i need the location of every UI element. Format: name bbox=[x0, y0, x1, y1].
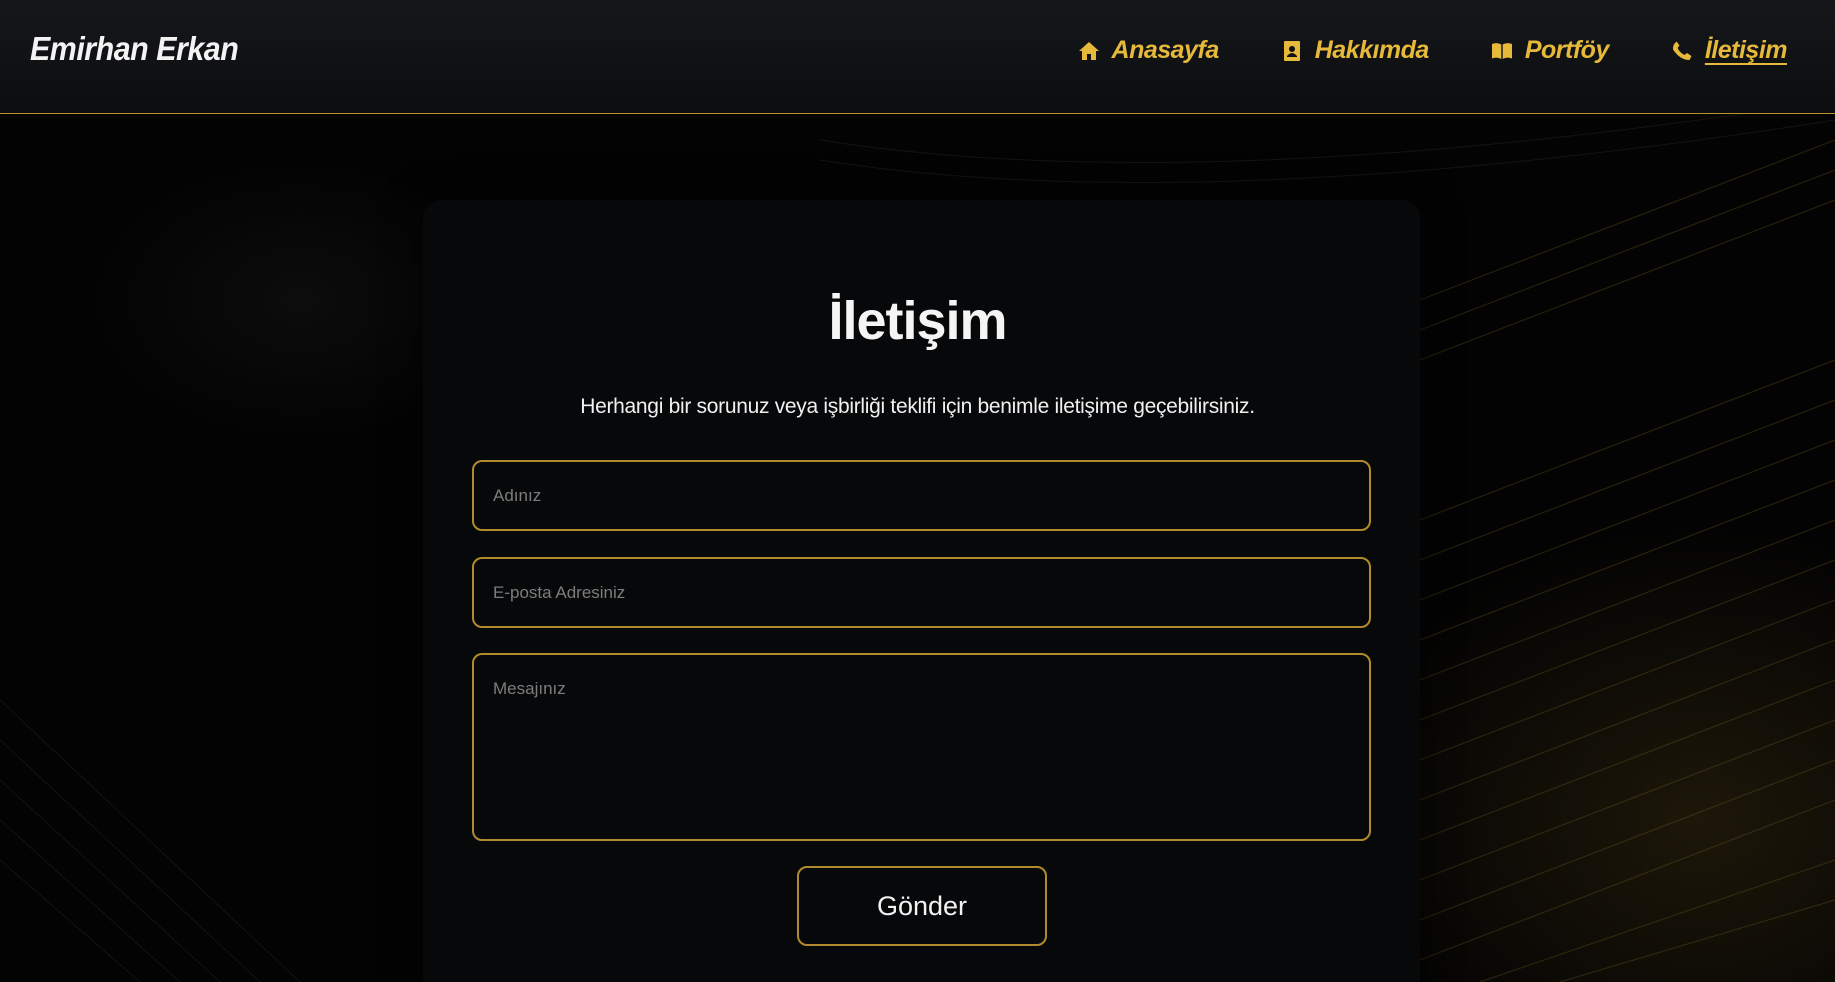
submit-button[interactable]: Gönder bbox=[797, 866, 1047, 946]
message-textarea[interactable] bbox=[472, 653, 1371, 841]
open-book-icon bbox=[1489, 38, 1515, 64]
nav-item-about[interactable]: Hakkımda bbox=[1279, 36, 1429, 65]
brand-logo[interactable]: Emirhan Erkan bbox=[30, 30, 239, 68]
site-header: Emirhan Erkan Anasayfa Hakkımda Portföy bbox=[0, 0, 1835, 114]
name-input[interactable] bbox=[472, 460, 1371, 531]
nav-item-label: Hakkımda bbox=[1314, 36, 1430, 64]
nav-item-label: İletişim bbox=[1704, 36, 1788, 64]
page-title: İletişim bbox=[828, 291, 1007, 351]
page-subtitle: Herhangi bir sorunuz veya işbirliği tekl… bbox=[580, 395, 1255, 418]
phone-icon bbox=[1669, 38, 1695, 64]
main-nav: Anasayfa Hakkımda Portföy İletişim bbox=[1016, 36, 1788, 65]
email-input[interactable] bbox=[472, 557, 1371, 628]
nav-item-label: Portföy bbox=[1524, 36, 1610, 64]
contact-card-icon bbox=[1279, 38, 1305, 64]
page: Emirhan Erkan Anasayfa Hakkımda Portföy bbox=[0, 0, 1835, 982]
nav-item-portfolio[interactable]: Portföy bbox=[1489, 36, 1609, 65]
nav-item-home[interactable]: Anasayfa bbox=[1076, 36, 1219, 65]
nav-item-label: Anasayfa bbox=[1111, 36, 1220, 64]
home-icon bbox=[1076, 38, 1102, 64]
nav-item-contact[interactable]: İletişim bbox=[1669, 36, 1788, 65]
